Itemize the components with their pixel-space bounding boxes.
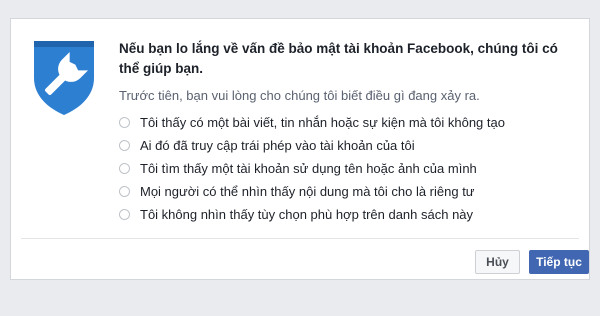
radio-button[interactable] (119, 186, 130, 197)
continue-button[interactable]: Tiếp tục (529, 250, 589, 274)
radio-button[interactable] (119, 117, 130, 128)
option-label: Ai đó đã truy cập trái phép vào tài khoả… (140, 138, 415, 153)
option-unwanted-post[interactable]: Tôi thấy có một bài viết, tin nhắn hoặc … (119, 111, 579, 134)
option-label: Mọi người có thể nhìn thấy nội dung mà t… (140, 184, 475, 199)
security-dialog: Nếu bạn lo lắng về vấn đề bảo mật tài kh… (10, 18, 590, 280)
option-label: Tôi không nhìn thấy tùy chọn phù hợp trê… (140, 207, 474, 222)
dialog-subtitle: Trước tiên, bạn vui lòng cho chúng tôi b… (119, 88, 480, 103)
radio-button[interactable] (119, 163, 130, 174)
option-other[interactable]: Tôi không nhìn thấy tùy chọn phù hợp trê… (119, 203, 579, 226)
option-privacy[interactable]: Mọi người có thể nhìn thấy nội dung mà t… (119, 180, 579, 203)
dialog-content: Nếu bạn lo lắng về vấn đề bảo mật tài kh… (119, 39, 579, 226)
option-impersonation[interactable]: Tôi tìm thấy một tài khoản sử dụng tên h… (119, 157, 579, 180)
shield-wrench-icon (34, 41, 94, 115)
option-label: Tôi thấy có một bài viết, tin nhắn hoặc … (140, 115, 505, 130)
radio-button[interactable] (119, 209, 130, 220)
footer-divider (21, 238, 579, 239)
option-unauthorized-access[interactable]: Ai đó đã truy cập trái phép vào tài khoả… (119, 134, 579, 157)
option-label: Tôi tìm thấy một tài khoản sử dụng tên h… (140, 161, 477, 176)
cancel-button[interactable]: Hủy (475, 250, 520, 274)
dialog-heading: Nếu bạn lo lắng về vấn đề bảo mật tài kh… (119, 41, 558, 76)
radio-button[interactable] (119, 140, 130, 151)
option-list: Tôi thấy có một bài viết, tin nhắn hoặc … (119, 111, 579, 226)
